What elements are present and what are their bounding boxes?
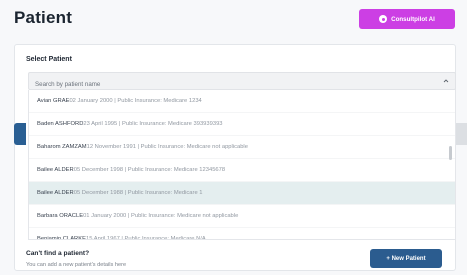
patient-option-details: 12 November 1991 | Public Insurance: Med… bbox=[86, 144, 248, 150]
cant-find-title: Can't find a patient? bbox=[26, 250, 90, 257]
patient-option-details: 15 April 1967 | Public Insurance: Medica… bbox=[85, 236, 206, 240]
patient-search-field[interactable] bbox=[28, 72, 456, 93]
ai-sparkle-icon bbox=[379, 15, 388, 23]
patient-option[interactable]: Avian GRAE 02 January 2000 | Public Insur… bbox=[29, 90, 455, 113]
patient-option-details: 01 January 2000 | Public Insurance: Medi… bbox=[83, 213, 239, 219]
dropdown-scrollbar[interactable] bbox=[449, 146, 452, 160]
patient-option[interactable]: Bailee ALDER 05 December 1988 | Public In… bbox=[29, 182, 455, 205]
patient-option-details: 05 December 1998 | Public Insurance: Med… bbox=[73, 167, 226, 173]
patient-option-name: Avian GRAE bbox=[37, 98, 70, 104]
patient-option-name: Benjamin CLARKE bbox=[37, 236, 86, 240]
patient-dropdown-list: Avian GRAE 02 January 2000 | Public Insur… bbox=[28, 90, 456, 240]
background-button-edge bbox=[14, 123, 26, 145]
consultpilot-ai-button[interactable]: Consultpilot AI bbox=[359, 9, 455, 29]
patient-option-name: Baharom ZAMZAM bbox=[37, 144, 87, 150]
consultpilot-ai-label: Consultpilot AI bbox=[391, 15, 435, 23]
patient-option-name: Bailee ALDER bbox=[37, 167, 74, 173]
patient-option[interactable]: Benjamin CLARKE 15 April 1967 | Public In… bbox=[29, 228, 455, 240]
patient-option[interactable]: Baden ASHFORD 23 April 1995 | Public Insu… bbox=[29, 113, 455, 136]
patient-option-details: 02 January 2000 | Public Insurance: Medi… bbox=[69, 98, 202, 104]
patient-option-name: Bailee ALDER bbox=[37, 190, 74, 196]
page-title: Patient bbox=[14, 8, 73, 27]
patient-option[interactable]: Baharom ZAMZAM 12 November 1991 | Public … bbox=[29, 136, 455, 159]
select-patient-label: Select Patient bbox=[26, 56, 72, 63]
patient-option-name: Baden ASHFORD bbox=[37, 121, 84, 127]
patient-option-name: Barbara ORACLE bbox=[37, 213, 84, 219]
chevron-up-icon[interactable] bbox=[443, 78, 449, 84]
patient-option-details: 05 December 1988 | Public Insurance: Med… bbox=[73, 190, 203, 196]
background-panel-edge bbox=[456, 123, 467, 145]
new-patient-button[interactable]: + New Patient bbox=[370, 249, 442, 268]
patient-option[interactable]: Bailee ALDER 05 December 1998 | Public In… bbox=[29, 159, 455, 182]
patient-option[interactable]: Barbara ORACLE 01 January 2000 | Public I… bbox=[29, 205, 455, 228]
cant-find-subtitle: You can add a new patient's details here bbox=[26, 262, 127, 268]
patient-option-details: 23 April 1995 | Public Insurance: Medica… bbox=[83, 121, 223, 127]
